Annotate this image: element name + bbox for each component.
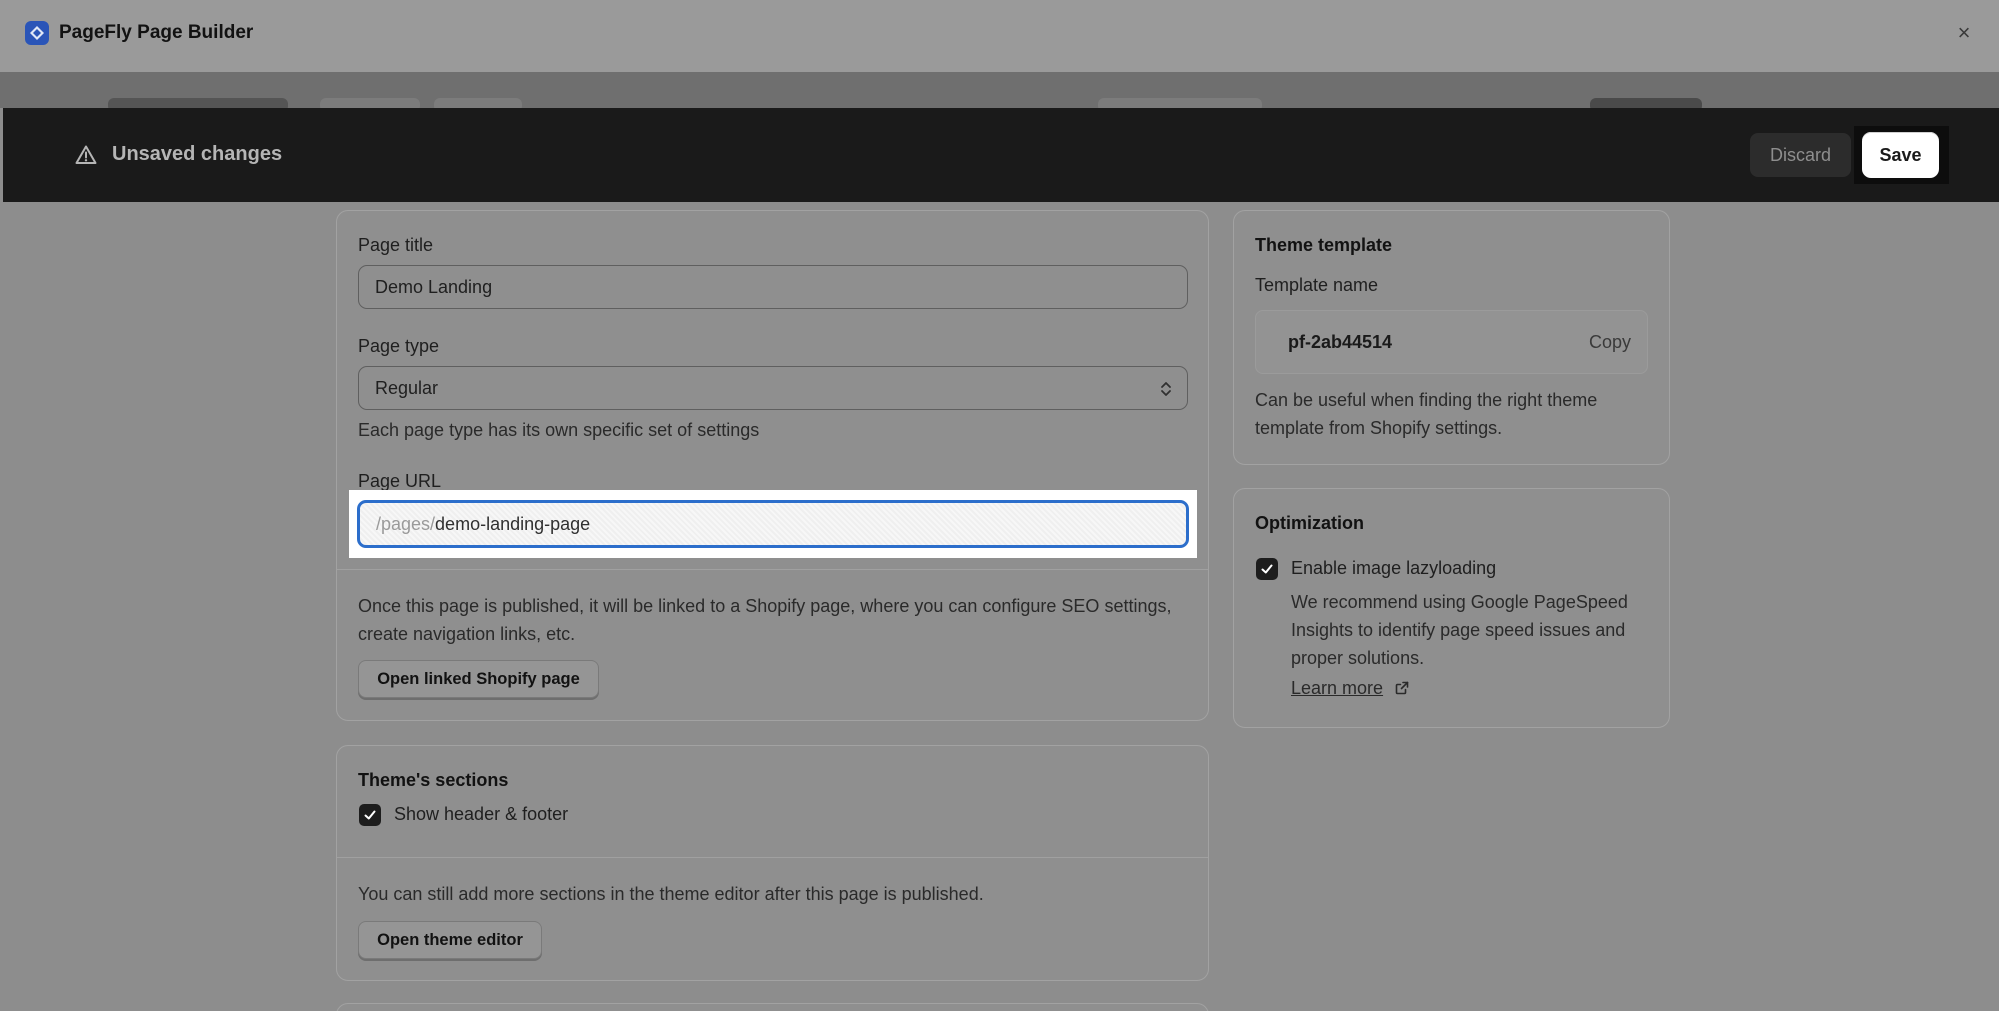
discard-button[interactable]: Discard (1750, 133, 1851, 177)
divider (337, 857, 1208, 858)
page-url-input[interactable]: /pages/demo-landing-page (357, 500, 1189, 548)
show-header-footer-checkbox[interactable] (359, 804, 381, 826)
close-icon[interactable]: × (1949, 18, 1979, 48)
template-name-box: pf-2ab44514 Copy (1255, 310, 1648, 374)
open-linked-shopify-page-button[interactable]: Open linked Shopify page (358, 660, 599, 698)
page-type-select[interactable]: Regular (358, 366, 1188, 410)
page-type-label: Page type (358, 336, 440, 356)
app-title: PageFly Page Builder (59, 22, 254, 43)
learn-more-link[interactable]: Learn more (1291, 678, 1383, 698)
optimization-heading: Optimization (1255, 513, 1364, 533)
lazyload-checkbox[interactable] (1256, 558, 1278, 580)
checkmark-icon (364, 810, 376, 820)
linked-page-help: Once this page is published, it will be … (358, 596, 1172, 644)
background-editor-header (0, 72, 1999, 112)
copy-button[interactable]: Copy (1589, 332, 1631, 353)
divider (337, 569, 1208, 570)
page-type-help: Each page type has its own specific set … (358, 420, 760, 440)
template-name-value: pf-2ab44514 (1288, 332, 1393, 352)
learn-more-row: Learn more (1291, 674, 1410, 702)
window-titlebar: PageFly Page Builder × (0, 0, 1999, 72)
optimization-help: We recommend using Google PageSpeed Insi… (1291, 592, 1628, 668)
lazyload-label: Enable image lazyloading (1291, 558, 1497, 578)
show-header-footer-label: Show header & footer (394, 804, 569, 824)
template-name-label: Template name (1255, 275, 1379, 295)
theme-template-help: Can be useful when finding the right the… (1255, 390, 1598, 438)
unsaved-changes-bar: Unsaved changes Discard Save (3, 108, 1999, 202)
next-card-partial (336, 1003, 1209, 1011)
pagefly-logo-icon (25, 21, 49, 45)
unsaved-changes-title: Unsaved changes (112, 143, 283, 165)
page-url-value: demo-landing-page (435, 513, 591, 534)
warning-triangle-icon (75, 145, 97, 164)
save-button[interactable]: Save (1862, 132, 1939, 178)
theme-template-heading: Theme template (1255, 235, 1393, 255)
page-title-input[interactable]: Demo Landing (358, 265, 1188, 309)
open-theme-editor-button[interactable]: Open theme editor (358, 921, 542, 959)
page-url-label: Page URL (358, 471, 442, 491)
checkmark-icon (1261, 564, 1273, 574)
page-url-prefix: /pages/ (376, 513, 436, 534)
theme-sections-heading: Theme's sections (358, 770, 509, 790)
page-type-value: Regular (375, 377, 439, 398)
page-title-label: Page title (358, 235, 434, 255)
theme-sections-help: You can still add more sections in the t… (358, 884, 984, 904)
page-title-value: Demo Landing (375, 276, 493, 297)
external-link-icon[interactable] (1394, 680, 1410, 696)
chevron-up-down-icon (1161, 382, 1171, 396)
